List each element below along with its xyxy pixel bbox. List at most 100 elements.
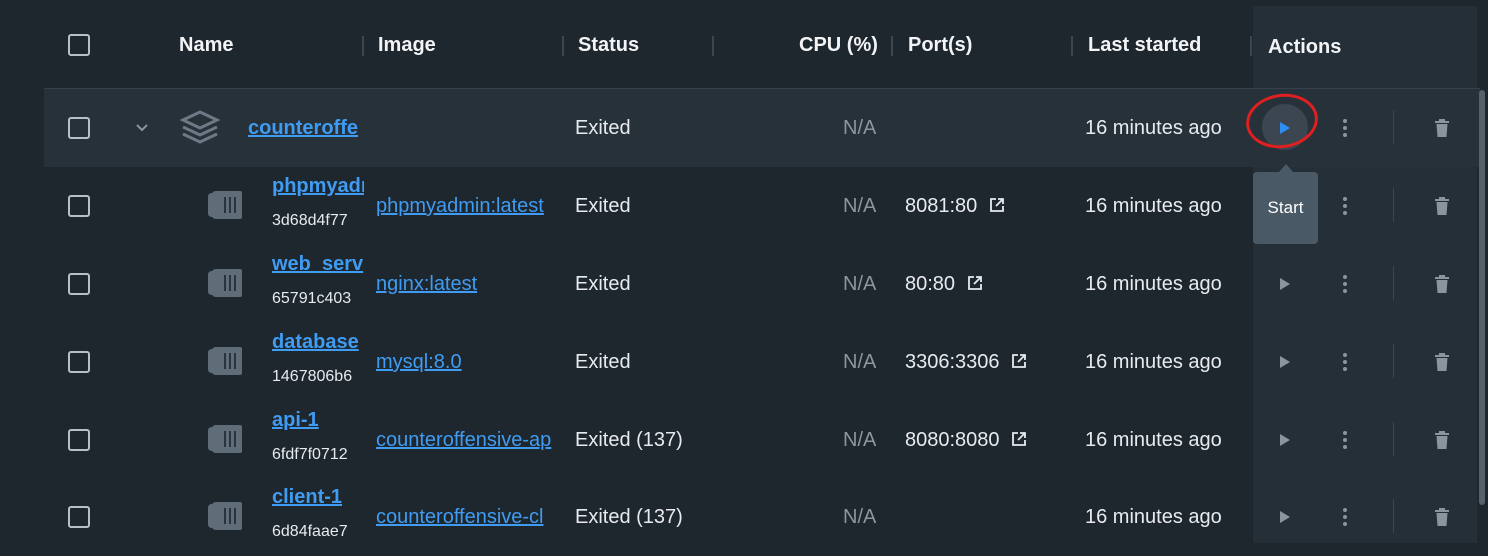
table-row[interactable]: client-1 6d84faae7 counteroffensive-cl Exit… (44, 478, 1480, 556)
actions-separator (1393, 422, 1394, 456)
port-text: 8081:80 (905, 195, 978, 217)
more-options-icon[interactable] (1333, 350, 1357, 374)
container-name-link[interactable]: web_serv (272, 253, 364, 276)
header-name[interactable]: Name (179, 34, 233, 57)
port-text: 3306:3306 (905, 351, 1000, 373)
trash-icon[interactable] (1430, 116, 1454, 140)
image-link[interactable]: counteroffensive-cl (376, 506, 562, 529)
external-link-icon[interactable] (989, 196, 1005, 219)
status-text: Exited (575, 351, 631, 373)
image-link[interactable]: nginx:latest (376, 273, 562, 296)
header-ports[interactable]: Port(s) (908, 34, 972, 57)
container-id: 1467806b6 (272, 368, 353, 385)
image-link[interactable]: counteroffensive-ap (376, 429, 562, 452)
container-name-link[interactable]: api-1 (272, 409, 364, 432)
stack-layers-icon (179, 109, 221, 150)
trash-icon[interactable] (1430, 350, 1454, 374)
status-text: Exited (575, 195, 631, 217)
header-last-started[interactable]: Last started (1088, 34, 1201, 57)
container-id: 3d68d4f77 (272, 212, 348, 229)
actions-separator (1393, 499, 1394, 533)
row-checkbox[interactable] (68, 506, 90, 528)
trash-icon[interactable] (1430, 428, 1454, 452)
header-image[interactable]: Image (378, 34, 436, 57)
more-options-icon[interactable] (1333, 272, 1357, 296)
port-text: 8080:8080 (905, 429, 1000, 451)
row-checkbox[interactable] (68, 195, 90, 217)
container-name-link[interactable]: phpmyadm (272, 175, 364, 198)
port-link[interactable]: 8080:8080 (905, 429, 1027, 453)
header-status[interactable]: Status (578, 34, 639, 57)
image-link[interactable]: phpmyadmin:latest (376, 195, 562, 218)
status-text: Exited (137) (575, 429, 683, 451)
container-icon (204, 345, 244, 382)
play-icon[interactable] (1273, 428, 1297, 452)
port-link[interactable]: 80:80 (905, 273, 983, 297)
last-started-text: 16 minutes ago (1085, 195, 1222, 217)
cpu-text: N/A (843, 195, 877, 217)
header-cpu[interactable]: CPU (%) (799, 34, 878, 57)
start-tooltip: Start (1253, 164, 1318, 244)
row-checkbox[interactable] (68, 351, 90, 373)
container-id: 6d84faae7 (272, 523, 348, 540)
header-separator[interactable] (1071, 36, 1073, 56)
cpu-text: N/A (843, 117, 877, 139)
trash-icon[interactable] (1430, 194, 1454, 218)
header-separator[interactable] (362, 36, 364, 56)
status-text: Exited (575, 273, 631, 295)
port-link[interactable]: 8081:80 (905, 195, 1005, 219)
container-id: 65791c403 (272, 290, 352, 307)
cpu-text: N/A (843, 351, 877, 373)
table-row[interactable]: web_serv 65791c403 nginx:latest Exited N/A 80… (44, 245, 1480, 323)
more-options-icon[interactable] (1333, 116, 1357, 140)
row-checkbox[interactable] (68, 273, 90, 295)
play-icon[interactable] (1273, 272, 1297, 296)
port-link[interactable]: 3306:3306 (905, 351, 1027, 375)
actions-separator (1393, 266, 1394, 300)
more-options-icon[interactable] (1333, 505, 1357, 529)
vertical-scrollbar[interactable] (1479, 90, 1485, 505)
row-checkbox[interactable] (68, 117, 90, 139)
last-started-text: 16 minutes ago (1085, 506, 1222, 528)
select-all-checkbox[interactable] (68, 34, 90, 56)
trash-icon[interactable] (1430, 505, 1454, 529)
table-header: Name Image Status CPU (%) Port(s) Last s… (0, 0, 1488, 88)
header-actions: Actions (1268, 36, 1342, 58)
chevron-down-icon[interactable] (134, 119, 150, 140)
more-options-icon[interactable] (1333, 194, 1357, 218)
container-icon (204, 189, 244, 226)
status-text: Exited (137) (575, 506, 683, 528)
table-row[interactable]: database 1467806b6 mysql:8.0 Exited N/A 3306:… (44, 323, 1480, 401)
cpu-text: N/A (843, 273, 877, 295)
actions-separator (1393, 188, 1394, 222)
play-icon[interactable] (1273, 505, 1297, 529)
external-link-icon[interactable] (1011, 430, 1027, 453)
more-options-icon[interactable] (1333, 428, 1357, 452)
container-icon (204, 267, 244, 304)
header-separator[interactable] (712, 36, 714, 56)
header-separator[interactable] (562, 36, 564, 56)
table-row[interactable]: api-1 6fdf7f0712 counteroffensive-ap Exited… (44, 401, 1480, 479)
status-text: Exited (575, 117, 631, 139)
row-checkbox[interactable] (68, 429, 90, 451)
actions-separator (1393, 344, 1394, 378)
trash-icon[interactable] (1430, 272, 1454, 296)
container-name-link[interactable]: database (272, 331, 364, 354)
external-link-icon[interactable] (967, 274, 983, 297)
container-id: 6fdf7f0712 (272, 446, 348, 463)
image-link[interactable]: mysql:8.0 (376, 351, 562, 374)
header-separator[interactable] (891, 36, 893, 56)
port-text: 80:80 (905, 273, 956, 295)
header-separator[interactable] (1250, 36, 1252, 56)
last-started-text: 16 minutes ago (1085, 429, 1222, 451)
container-name-link[interactable]: client-1 (272, 486, 364, 509)
container-icon (204, 423, 244, 460)
last-started-text: 16 minutes ago (1085, 117, 1222, 139)
last-started-text: 16 minutes ago (1085, 351, 1222, 373)
last-started-text: 16 minutes ago (1085, 273, 1222, 295)
play-icon[interactable] (1273, 350, 1297, 374)
container-icon (204, 500, 244, 537)
cpu-text: N/A (843, 506, 877, 528)
external-link-icon[interactable] (1011, 352, 1027, 375)
group-name-link[interactable]: counteroffe (248, 117, 363, 140)
